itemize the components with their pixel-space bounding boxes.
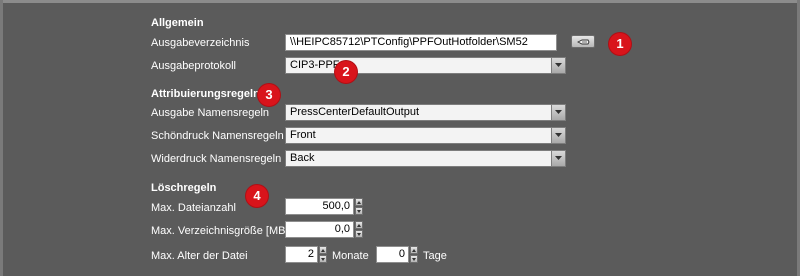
months-unit-label: Monate [332, 250, 369, 262]
front-naming-value: Front [290, 129, 316, 141]
max-files-label: Max. Dateianzahl [151, 202, 236, 214]
section-title-attribuierungsregeln: Attribuierungsregeln [151, 88, 260, 100]
days-decrement[interactable] [410, 255, 418, 263]
output-naming-dropdown-arrow[interactable] [551, 105, 565, 120]
section-title-allgemein: Allgemein [151, 17, 204, 29]
output-directory-field[interactable]: \\HEIPC85712\PTConfig\PPFOutHotfolder\SM… [285, 34, 557, 51]
hand-pointer-icon [577, 39, 590, 45]
arrow-down-icon [321, 258, 325, 261]
marker-3: 3 [258, 84, 280, 106]
max-dir-size-stepper[interactable] [355, 221, 363, 238]
output-directory-label: Ausgabeverzeichnis [151, 37, 250, 49]
marker-1: 1 [609, 33, 631, 55]
chevron-down-icon [555, 110, 562, 114]
chevron-down-icon [555, 156, 562, 160]
left-border [0, 0, 3, 276]
days-increment[interactable] [410, 246, 418, 254]
max-files-input[interactable]: 500,0 [285, 198, 354, 215]
max-files-increment[interactable] [355, 198, 363, 206]
max-dir-size-input[interactable]: 0,0 [285, 221, 354, 238]
top-border [0, 0, 800, 3]
max-age-months-stepper[interactable] [319, 246, 327, 263]
output-protocol-select[interactable]: CIP3-PPF [285, 57, 566, 74]
max-dir-size-increment[interactable] [355, 221, 363, 229]
browse-button[interactable] [571, 35, 595, 48]
marker-2: 2 [335, 61, 357, 83]
arrow-up-icon [321, 249, 325, 252]
max-dir-size-label: Max. Verzeichnisgröße [MB] [151, 225, 289, 237]
arrow-down-icon [357, 210, 361, 213]
max-files-decrement[interactable] [355, 207, 363, 215]
arrow-down-icon [412, 258, 416, 261]
back-naming-select[interactable]: Back [285, 150, 566, 167]
max-age-days-stepper[interactable] [410, 246, 418, 263]
back-naming-label: Widerdruck Namensregeln [151, 153, 282, 165]
max-dir-size-decrement[interactable] [355, 230, 363, 238]
back-naming-dropdown-arrow[interactable] [551, 151, 565, 166]
output-naming-select[interactable]: PressCenterDefaultOutput [285, 104, 566, 121]
max-age-months-input[interactable]: 2 [285, 246, 318, 263]
max-age-days-input[interactable]: 0 [376, 246, 409, 263]
chevron-down-icon [555, 63, 562, 67]
arrow-up-icon [357, 201, 361, 204]
output-protocol-value: CIP3-PPF [290, 59, 340, 71]
front-naming-select[interactable]: Front [285, 127, 566, 144]
output-naming-value: PressCenterDefaultOutput [290, 106, 420, 118]
days-unit-label: Tage [423, 250, 447, 262]
months-increment[interactable] [319, 246, 327, 254]
marker-4: 4 [246, 185, 268, 207]
output-protocol-dropdown-arrow[interactable] [551, 58, 565, 73]
front-naming-label: Schöndruck Namensregeln [151, 130, 284, 142]
max-files-stepper[interactable] [355, 198, 363, 215]
arrow-up-icon [412, 249, 416, 252]
months-decrement[interactable] [319, 255, 327, 263]
max-age-label: Max. Alter der Datei [151, 250, 248, 262]
arrow-up-icon [357, 224, 361, 227]
front-naming-dropdown-arrow[interactable] [551, 128, 565, 143]
chevron-down-icon [555, 133, 562, 137]
output-protocol-label: Ausgabeprotokoll [151, 60, 237, 72]
back-naming-value: Back [290, 152, 315, 164]
output-naming-label: Ausgabe Namensregeln [151, 107, 270, 119]
section-title-loeschregeln: Löschregeln [151, 182, 217, 194]
arrow-down-icon [357, 233, 361, 236]
